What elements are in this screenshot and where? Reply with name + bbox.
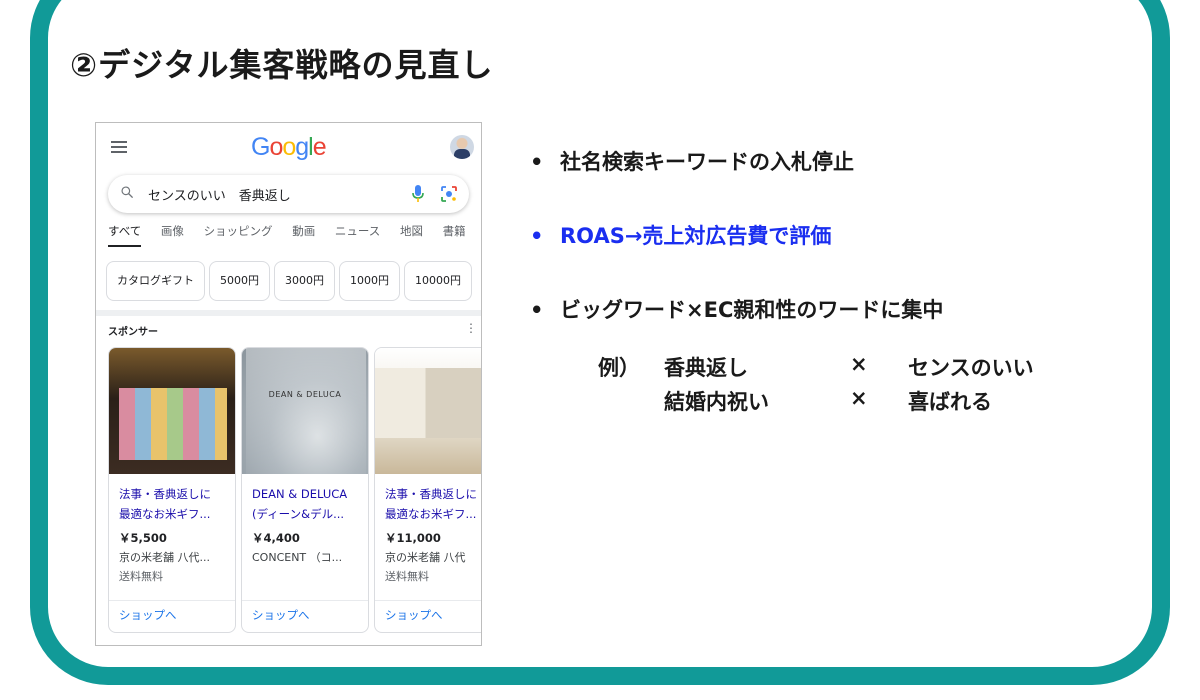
card-divider: [109, 600, 235, 601]
product-shipping: 送料無料: [119, 570, 163, 583]
example-times: ×: [850, 352, 868, 376]
product-price: ￥4,400: [252, 531, 300, 545]
google-logo[interactable]: Google: [251, 133, 327, 162]
product-title-line2[interactable]: (ディーン&デル...: [252, 504, 364, 524]
product-price: ￥11,000: [385, 531, 441, 545]
shop-link[interactable]: ショップへ: [119, 607, 177, 623]
chip-10000[interactable]: 10000円: [404, 261, 472, 301]
tab-maps[interactable]: 地図: [400, 223, 423, 245]
product-price: ￥5,500: [119, 531, 167, 545]
example-times: ×: [850, 386, 868, 410]
bullet-dot: •: [530, 298, 544, 322]
bullet-item: • 社名検索キーワードの入札停止: [530, 146, 854, 176]
tab-images[interactable]: 画像: [161, 223, 184, 245]
bullet-dot: •: [530, 224, 544, 248]
mic-icon[interactable]: [411, 185, 425, 203]
bullet-text: 社名検索キーワードの入札停止: [560, 150, 854, 174]
lens-icon[interactable]: [440, 185, 458, 203]
menu-icon[interactable]: [111, 141, 127, 153]
bullet-dot: •: [530, 150, 544, 174]
product-image-brand: DEAN & DELUCA: [268, 390, 342, 399]
example-keyword-a: 結婚内祝い: [664, 390, 769, 414]
product-seller: CONCENT （コ...: [252, 551, 343, 564]
product-title-line1[interactable]: DEAN & DELUCA: [252, 484, 364, 504]
filter-chips: カタログギフト 5000円 3000円 1000円 10000円: [106, 261, 476, 301]
chip-3000[interactable]: 3000円: [274, 261, 335, 301]
tab-books[interactable]: 書籍: [443, 223, 466, 245]
product-image[interactable]: [109, 348, 235, 474]
product-title-line2[interactable]: 最適なお米ギフ...: [119, 504, 231, 524]
search-box[interactable]: センスのいい 香典返し: [108, 175, 469, 213]
product-title[interactable]: DEAN & DELUCA (ディーン&デル...: [252, 484, 364, 524]
example-prefix: 例）: [598, 356, 640, 380]
tab-videos[interactable]: 動画: [292, 223, 315, 245]
card-divider: [375, 600, 481, 601]
chip-1000[interactable]: 1000円: [339, 261, 400, 301]
search-icon[interactable]: [120, 185, 134, 199]
card-divider: [242, 600, 368, 601]
example-keyword-b: 喜ばれる: [908, 390, 992, 414]
avatar[interactable]: [450, 135, 474, 159]
top-bar: Google: [96, 123, 481, 173]
product-title-line1[interactable]: 法事・香典返しに: [119, 484, 231, 504]
product-image[interactable]: [375, 348, 481, 474]
product-card[interactable]: DEAN & DELUCA DEAN & DELUCA (ディーン&デル... …: [241, 347, 369, 633]
shop-link[interactable]: ショップへ: [252, 607, 310, 623]
product-title-line2[interactable]: 最適なお米ギフ...: [385, 504, 481, 524]
tab-all[interactable]: すべて: [108, 223, 142, 247]
more-options-icon[interactable]: ⋮: [465, 321, 477, 335]
product-image[interactable]: DEAN & DELUCA: [242, 348, 368, 474]
product-title[interactable]: 法事・香典返しに 最適なお米ギフ...: [385, 484, 481, 524]
chip-5000[interactable]: 5000円: [209, 261, 270, 301]
product-seller: 京の米老舗 八代: [385, 551, 466, 564]
chip-catalog-gift[interactable]: カタログギフト: [106, 261, 205, 301]
product-seller: 京の米老舗 八代...: [119, 551, 210, 564]
product-card[interactable]: 法事・香典返しに 最適なお米ギフ... ￥11,000 京の米老舗 八代 送料無…: [374, 347, 481, 633]
product-card[interactable]: 法事・香典返しに 最適なお米ギフ... ￥5,500 京の米老舗 八代... 送…: [108, 347, 236, 633]
google-search-screenshot: Google センスのいい 香典返し すべて 画像 ショッピング 動画 ニュース…: [95, 122, 482, 646]
bullet-item: • ビッグワード×EC親和性のワードに集中: [530, 294, 943, 324]
example-keyword-b: センスのいい: [908, 356, 1034, 380]
bullet-text: ビッグワード×EC親和性のワードに集中: [560, 298, 944, 322]
product-title-line1[interactable]: 法事・香典返しに: [385, 484, 481, 504]
example-keyword-a: 香典返し: [664, 356, 748, 380]
search-input[interactable]: センスのいい 香典返し: [148, 185, 291, 204]
section-divider: [96, 310, 481, 316]
shop-link[interactable]: ショップへ: [385, 607, 443, 623]
tab-news[interactable]: ニュース: [335, 223, 380, 245]
slide-title: ②デジタル集客戦略の見直し: [70, 46, 494, 84]
product-shipping: 送料無料: [385, 570, 429, 583]
tab-shopping[interactable]: ショッピング: [204, 223, 273, 245]
product-title[interactable]: 法事・香典返しに 最適なお米ギフ...: [119, 484, 231, 524]
sponsor-label: スポンサー: [108, 327, 158, 338]
search-tabs: すべて 画像 ショッピング 動画 ニュース 地図 書籍: [108, 223, 481, 249]
bullet-text: ROAS→売上対広告費で評価: [560, 224, 832, 248]
bullet-item: • ROAS→売上対広告費で評価: [530, 220, 831, 250]
